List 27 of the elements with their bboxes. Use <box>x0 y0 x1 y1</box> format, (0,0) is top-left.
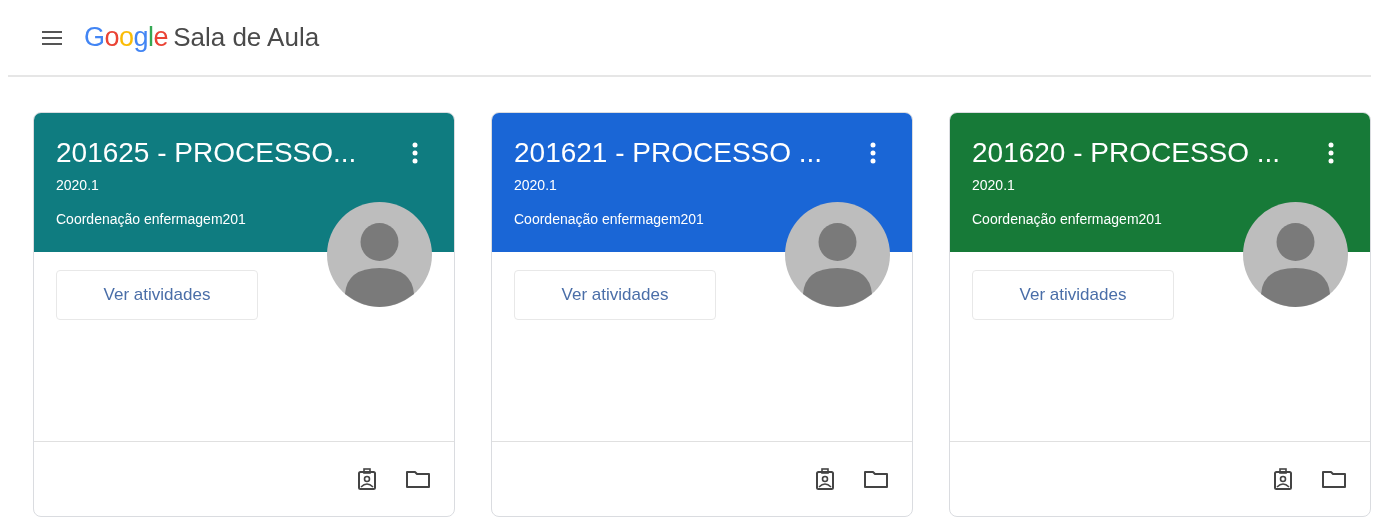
class-title[interactable]: 201625 - PROCESSO... <box>56 137 432 169</box>
menu-icon[interactable] <box>42 30 62 45</box>
more-icon[interactable] <box>870 142 876 164</box>
class-section: 2020.1 <box>972 177 1348 193</box>
teacher-name: Coordenação enfermagem201 <box>972 211 1163 227</box>
logo[interactable]: Google <box>84 22 169 53</box>
class-section: 2020.1 <box>514 177 890 193</box>
badge-icon[interactable] <box>1274 468 1292 490</box>
app-name: Sala de Aula <box>173 22 320 53</box>
more-icon[interactable] <box>412 142 418 164</box>
avatar-icon <box>1243 202 1348 307</box>
view-activities-button[interactable]: Ver atividades <box>56 270 258 320</box>
badge-icon[interactable] <box>358 468 376 490</box>
class-title[interactable]: 201620 - PROCESSO ... <box>972 137 1348 169</box>
view-activities-button[interactable]: Ver atividades <box>514 270 716 320</box>
class-section: 2020.1 <box>56 177 432 193</box>
avatar-icon <box>327 202 432 307</box>
teacher-name: Coordenação enfermagem201 <box>56 211 247 227</box>
badge-icon[interactable] <box>816 468 834 490</box>
teacher-name: Coordenação enfermagem201 <box>514 211 705 227</box>
more-icon[interactable] <box>1328 142 1334 164</box>
avatar-icon <box>785 202 890 307</box>
folder-icon[interactable] <box>406 470 430 488</box>
class-title[interactable]: 201621 - PROCESSO ... <box>514 137 890 169</box>
folder-icon[interactable] <box>1322 470 1346 488</box>
folder-icon[interactable] <box>864 470 888 488</box>
view-activities-button[interactable]: Ver atividades <box>972 270 1174 320</box>
